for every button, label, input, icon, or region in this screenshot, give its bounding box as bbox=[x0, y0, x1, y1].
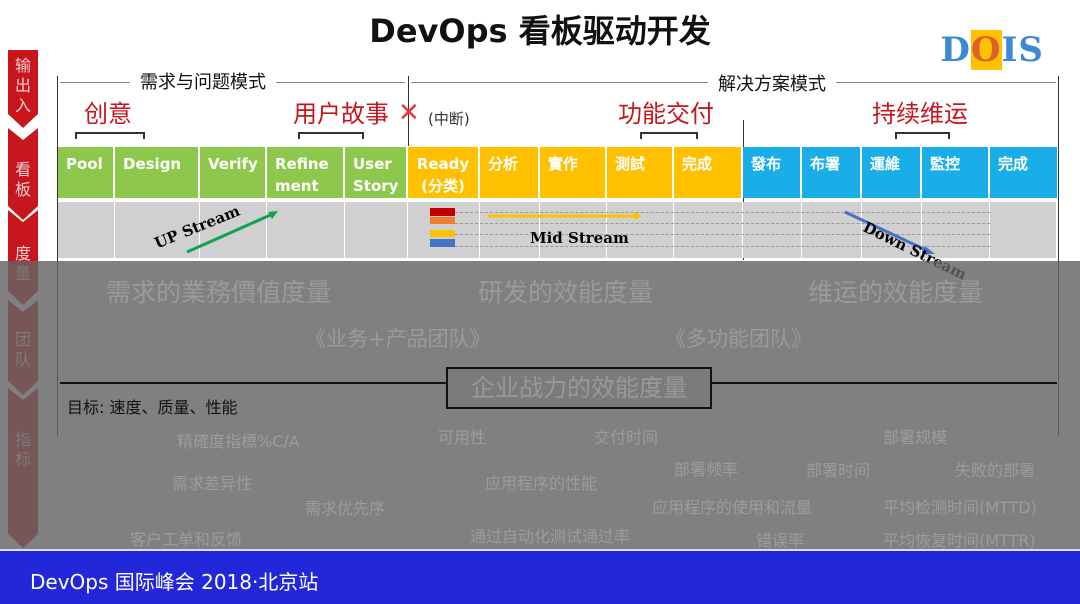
footer-banner: DevOps 国际峰会 2018·北京站 bbox=[0, 549, 1080, 604]
enterprise-measure-box: 企业战力的效能度量 bbox=[446, 367, 712, 409]
metric: 应用程序的使用和流量 bbox=[652, 498, 813, 517]
metric: 失败的部署 bbox=[955, 461, 1036, 480]
metric: 交付时间 bbox=[594, 428, 659, 447]
metric: 可用性 bbox=[438, 428, 487, 447]
metric: 部署规模 bbox=[883, 428, 948, 447]
metric: 平均检测时间(MTTD) bbox=[883, 498, 1037, 517]
midstream-label: Mid Stream bbox=[530, 229, 629, 247]
metric: 平均恢复时间(MTTR) bbox=[883, 531, 1036, 550]
metric: 精確度指標%C/A bbox=[177, 432, 300, 451]
metric: 通过自动化测试通过率 bbox=[470, 527, 631, 546]
metric: 部署频率 bbox=[674, 460, 739, 479]
midstream-arrowhead bbox=[634, 212, 642, 220]
metric: 错误率 bbox=[756, 531, 805, 550]
team-business-product: 《业务+产品团队》 bbox=[305, 327, 491, 351]
measure-business: 需求的業務價值度量 bbox=[106, 278, 332, 307]
metric: 需求差异性 bbox=[172, 474, 253, 493]
metric: 客户工单和反馈 bbox=[130, 530, 243, 549]
measure-ops: 维运的效能度量 bbox=[808, 278, 984, 307]
metric: 应用程序的性能 bbox=[485, 474, 598, 493]
team-cross-functional: 《多功能团队》 bbox=[665, 327, 812, 351]
metric: 部署时间 bbox=[806, 461, 871, 480]
goal-text: 目标: 速度、质量、性能 bbox=[67, 398, 238, 417]
measure-dev: 研发的效能度量 bbox=[478, 278, 654, 307]
metric: 需求优先序 bbox=[305, 499, 386, 518]
